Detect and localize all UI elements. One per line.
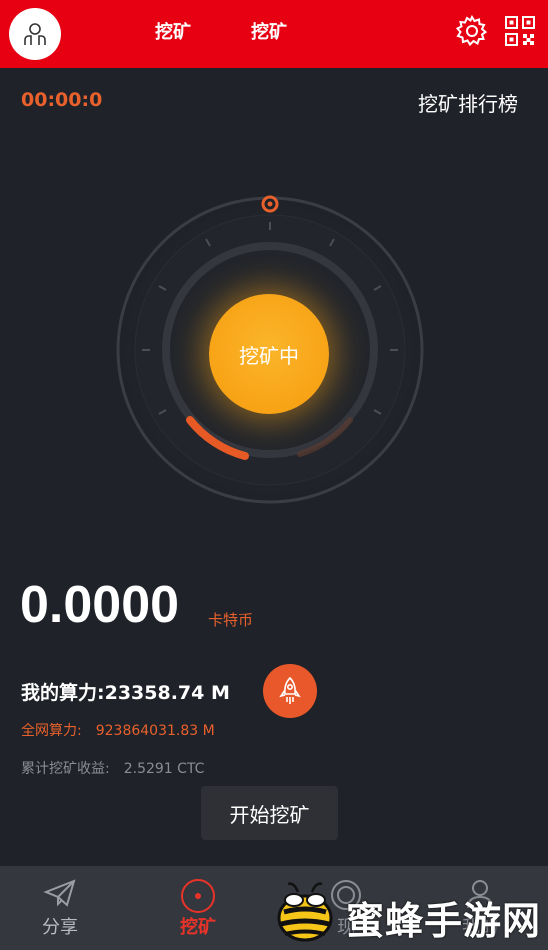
mining-timer: 00:00:0	[21, 89, 103, 111]
currency-label: 卡特币	[208, 611, 254, 629]
start-mining-toast: 开始挖矿	[201, 786, 338, 840]
network-hashrate: 全网算力: 923864031.83 M	[21, 720, 215, 740]
boost-button[interactable]	[263, 664, 317, 718]
income-value: 2.5291 CTC	[123, 761, 205, 777]
nav-mining[interactable]: 挖矿	[148, 866, 248, 950]
income-label: 累计挖矿收益:	[21, 761, 110, 777]
my-hashrate: 我的算力:23358.74 M	[21, 682, 230, 704]
network-hashrate-label: 全网算力:	[21, 723, 82, 739]
balance-value: 0.0000	[20, 576, 180, 634]
nav-share-label: 分享	[42, 917, 78, 938]
mining-status-button[interactable]: 挖矿中	[209, 294, 329, 414]
nav-mining-label: 挖矿	[180, 917, 216, 938]
paper-plane-icon	[43, 879, 76, 907]
bee-logo-icon	[277, 882, 333, 942]
rocket-icon	[279, 676, 301, 704]
ranking-link[interactable]: 挖矿排行榜	[418, 88, 518, 117]
qrcode-icon[interactable]	[503, 14, 537, 48]
network-hashrate-value: 923864031.83 M	[95, 723, 215, 739]
cumulative-income: 累计挖矿收益: 2.5291 CTC	[21, 758, 204, 778]
watermark: 蜜蜂手游网	[272, 878, 548, 948]
top-bar: 挖矿 挖矿	[0, 0, 548, 68]
avatar[interactable]	[9, 8, 61, 60]
watermark-text: 蜜蜂手游网	[346, 898, 542, 943]
tab-mining-1[interactable]: 挖矿	[155, 18, 191, 44]
gear-icon[interactable]	[455, 14, 489, 48]
tab-mining-2[interactable]: 挖矿	[251, 18, 287, 44]
user-icon	[24, 23, 46, 45]
nav-share[interactable]: 分享	[10, 866, 110, 950]
mining-icon	[181, 879, 215, 913]
